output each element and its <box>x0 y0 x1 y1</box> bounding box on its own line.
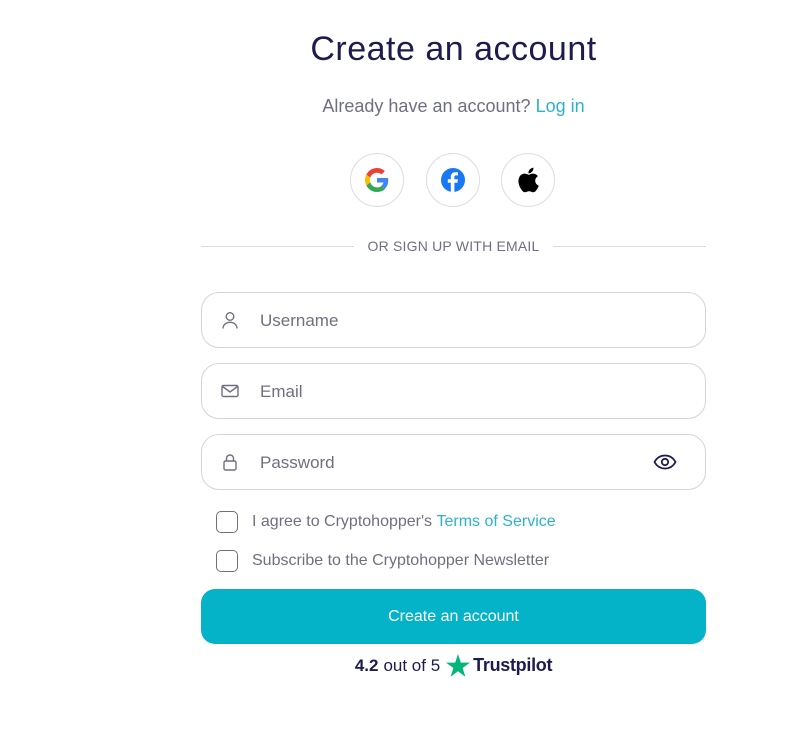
login-prompt: Already have an account? Log in <box>0 96 800 117</box>
divider-line-left <box>201 245 354 247</box>
rating-score: 4.2 <box>354 655 379 675</box>
google-icon <box>365 168 389 192</box>
newsletter-checkbox[interactable] <box>216 550 238 572</box>
create-account-button[interactable]: Create an account <box>201 589 706 644</box>
eye-icon[interactable] <box>653 452 677 472</box>
apple-signup-button[interactable] <box>501 153 555 207</box>
password-input[interactable] <box>258 435 642 491</box>
rating-suffix: out of 5 <box>383 655 441 675</box>
page-title: Create an account <box>310 30 597 68</box>
divider-text: OR SIGN UP WITH EMAIL <box>367 238 540 254</box>
trustpilot-rating[interactable]: 4.2 out of 5 Trustpilot <box>0 654 800 677</box>
trustpilot-star-icon <box>446 654 471 677</box>
facebook-signup-button[interactable] <box>426 153 480 207</box>
terms-checkbox[interactable] <box>216 511 238 533</box>
newsletter-text: Subscribe to the Cryptohopper Newsletter <box>252 552 550 569</box>
username-input[interactable] <box>258 293 642 349</box>
lock-icon <box>223 454 237 471</box>
email-field[interactable] <box>201 363 706 420</box>
google-signup-button[interactable] <box>350 153 404 207</box>
facebook-icon <box>441 168 465 192</box>
terms-row: I agree to Cryptohopper's Terms of Servi… <box>216 510 556 534</box>
username-field[interactable] <box>201 292 706 349</box>
terms-text: I agree to Cryptohopper's <box>252 513 433 530</box>
email-divider: OR SIGN UP WITH EMAIL <box>201 236 706 256</box>
user-icon <box>222 312 238 329</box>
apple-icon <box>518 167 539 193</box>
trustpilot-brand: Trustpilot <box>473 655 553 675</box>
mail-icon <box>221 384 239 398</box>
login-link[interactable]: Log in <box>536 96 585 116</box>
login-prompt-text: Already have an account? <box>322 96 531 116</box>
password-field[interactable] <box>201 434 706 491</box>
email-input[interactable] <box>258 364 642 420</box>
newsletter-row: Subscribe to the Cryptohopper Newsletter <box>216 549 549 573</box>
terms-link[interactable]: Terms of Service <box>437 513 556 531</box>
divider-line-right <box>553 245 706 247</box>
